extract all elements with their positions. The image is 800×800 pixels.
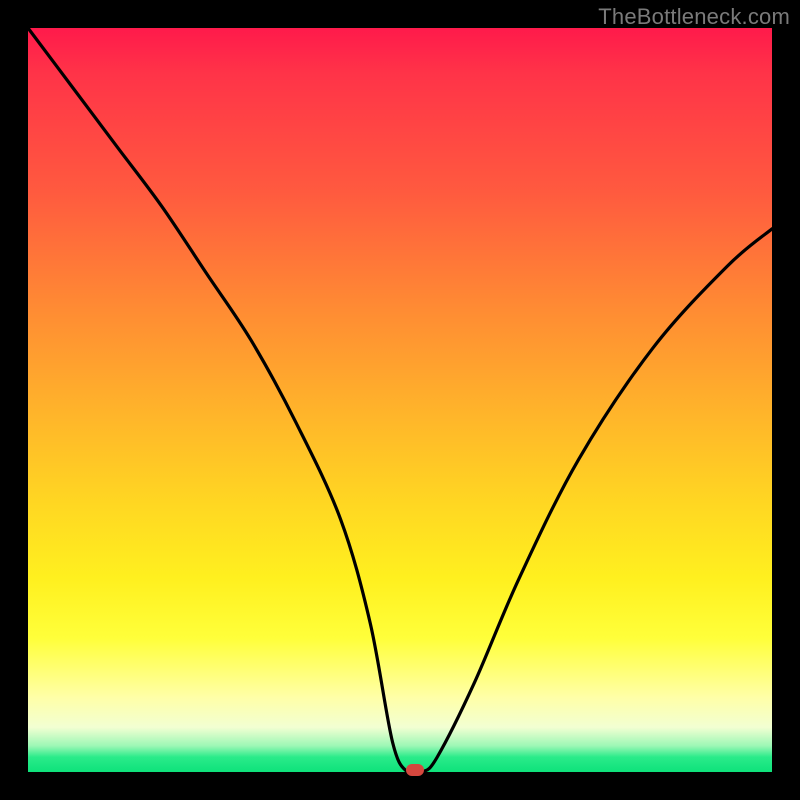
bottleneck-curve xyxy=(28,28,772,772)
optimum-marker xyxy=(406,764,424,776)
chart-frame: TheBottleneck.com xyxy=(0,0,800,800)
plot-area xyxy=(28,28,772,772)
watermark-text: TheBottleneck.com xyxy=(598,4,790,30)
